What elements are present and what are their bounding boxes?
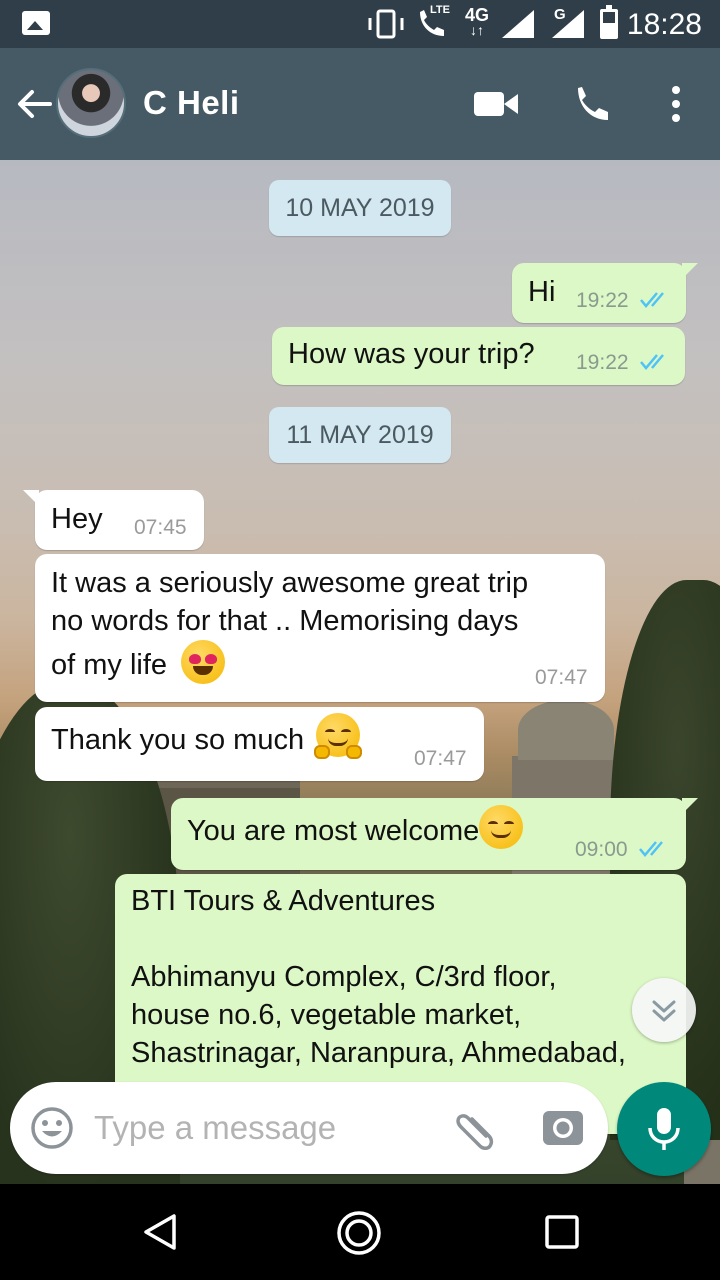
- message-composer: [10, 1082, 608, 1174]
- message-outgoing[interactable]: Hi 19:22: [512, 263, 698, 323]
- nav-recents-icon[interactable]: [544, 1214, 580, 1250]
- nav-home-icon[interactable]: [336, 1210, 382, 1256]
- status-bar: LTE 4G ↓↑ G 18:28: [0, 0, 720, 48]
- read-ticks-icon: [640, 292, 664, 308]
- bubble-tail: [23, 490, 39, 506]
- back-arrow-icon[interactable]: [12, 82, 56, 126]
- emoji-icon[interactable]: [30, 1106, 74, 1150]
- message-incoming[interactable]: Hey 07:45: [23, 490, 204, 550]
- contact-avatar[interactable]: [56, 68, 126, 138]
- scroll-to-bottom-button[interactable]: [632, 978, 696, 1042]
- microphone-icon: [648, 1108, 680, 1150]
- message-time: 07:45: [134, 516, 187, 539]
- message-incoming[interactable]: Thank you so much 07:47: [35, 707, 484, 781]
- lte-label: LTE: [430, 4, 450, 16]
- message-text: BTI Tours & Adventures Abhimanyu Complex…: [131, 882, 626, 1072]
- voice-record-button[interactable]: [617, 1082, 711, 1176]
- message-text: How was your trip?: [288, 338, 535, 370]
- signal-icon-1: [502, 10, 534, 38]
- message-time: 09:00: [575, 838, 628, 861]
- message-time: 19:22: [576, 351, 629, 374]
- message-line: of my life: [51, 640, 528, 685]
- attach-icon[interactable]: [452, 1106, 500, 1150]
- phone-icon[interactable]: [572, 84, 612, 124]
- date-divider: 10 MAY 2019: [269, 180, 451, 236]
- system-nav-bar: [0, 1184, 720, 1280]
- message-incoming[interactable]: It was a seriously awesome great trip no…: [35, 554, 605, 702]
- battery-icon: [600, 5, 618, 39]
- heart-eyes-emoji: [181, 640, 226, 685]
- message-line: BTI Tours & Adventures: [131, 885, 436, 917]
- double-chevron-down-icon: [652, 1000, 676, 1022]
- vibrate-icon: [368, 9, 404, 39]
- message-line: Shastrinagar, Naranpura, Ahmedabad,: [131, 1037, 626, 1069]
- chat-header: C Heli: [0, 48, 720, 160]
- message-text: It was a seriously awesome great trip no…: [51, 564, 529, 685]
- message-text: Hi: [528, 276, 556, 308]
- read-ticks-icon: [640, 354, 664, 370]
- smiling-emoji: [479, 805, 524, 850]
- more-vert-icon[interactable]: [664, 84, 688, 124]
- message-time: 07:47: [414, 747, 467, 770]
- chat-area[interactable]: 10 MAY 2019 Hi 19:22 How was your trip? …: [0, 160, 720, 1184]
- message-line: house no.6, vegetable market,: [131, 999, 522, 1031]
- nav-back-icon[interactable]: [140, 1212, 180, 1252]
- camera-icon[interactable]: [542, 1108, 584, 1146]
- message-text: You are most welcome: [187, 805, 524, 850]
- message-text: Thank you so much: [51, 713, 363, 760]
- message-input[interactable]: [94, 1102, 434, 1154]
- network-4g-label: 4G ↓↑: [464, 5, 489, 38]
- bubble-tail: [682, 798, 698, 814]
- message-text: Hey: [51, 503, 103, 535]
- message-line: Abhimanyu Complex, C/3rd floor,: [131, 961, 557, 993]
- hugging-emoji: [314, 713, 363, 760]
- message-time: 19:22: [576, 289, 629, 312]
- message-line: no words for that .. Memorising days: [51, 605, 519, 637]
- contact-name[interactable]: C Heli: [143, 84, 240, 122]
- bubble-tail: [682, 263, 698, 279]
- message-line: It was a seriously awesome great trip: [51, 567, 529, 599]
- message-outgoing[interactable]: How was your trip? 19:22: [272, 327, 685, 385]
- clock: 18:28: [626, 8, 702, 41]
- gallery-notification-icon: [22, 11, 50, 35]
- wallpaper-dome: [518, 700, 614, 760]
- signal-icon-2: [552, 10, 584, 38]
- date-divider: 11 MAY 2019: [269, 407, 451, 463]
- message-outgoing[interactable]: You are most welcome 09:00: [171, 798, 698, 870]
- read-ticks-icon: [639, 841, 663, 857]
- video-call-icon[interactable]: [474, 90, 518, 118]
- message-time: 07:47: [535, 666, 588, 689]
